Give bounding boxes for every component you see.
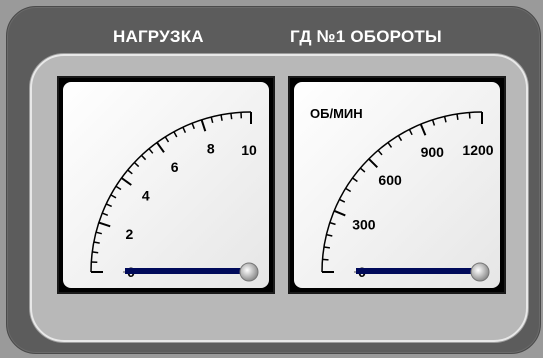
- scale-label: 6: [171, 159, 179, 175]
- needle-pivot: [470, 262, 490, 282]
- load-gauge-dial: 0246810: [63, 82, 269, 288]
- minor-tick: [230, 113, 233, 120]
- needle: [125, 268, 243, 274]
- scale-label: 600: [378, 172, 402, 188]
- scale-label: 8: [207, 140, 215, 156]
- minor-tick: [92, 251, 99, 254]
- rpm-unit-label: ОБ/МИН: [310, 106, 363, 121]
- needle-pivot: [239, 262, 259, 282]
- needle: [356, 268, 474, 274]
- minor-tick: [456, 113, 459, 121]
- load-header: НАГРУЗКА: [113, 27, 204, 46]
- minor-tick: [322, 258, 329, 261]
- scale-label: 300: [352, 216, 376, 232]
- load-gauge: 0246810: [57, 76, 275, 294]
- rpm-gauge: 03006009001200 ОБ/МИН: [288, 76, 506, 294]
- scale-label: 2: [126, 226, 134, 242]
- scale-label: 1200: [462, 142, 493, 158]
- engine-rpm-header: ГД №1 ОБОРОТЫ: [290, 27, 442, 46]
- scale-label: 900: [421, 144, 445, 160]
- minor-tick: [468, 112, 471, 119]
- scale-label: 4: [142, 188, 150, 204]
- minor-tick: [323, 246, 331, 249]
- scale-label: 10: [241, 142, 257, 158]
